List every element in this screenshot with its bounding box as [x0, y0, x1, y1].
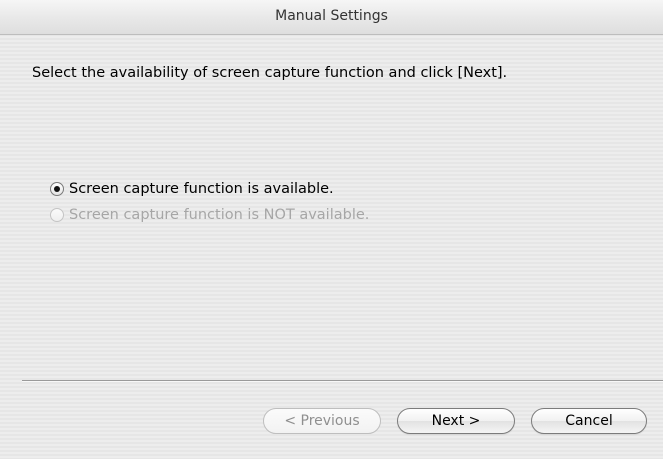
radio-option-not-available: Screen capture function is NOT available…: [50, 206, 369, 224]
radio-option-available[interactable]: Screen capture function is available.: [50, 180, 334, 198]
previous-button: < Previous: [263, 408, 381, 434]
radio-button-checked-icon[interactable]: [50, 182, 64, 196]
radio-label-not-available: Screen capture function is NOT available…: [69, 207, 370, 223]
instruction-text: Select the availability of screen captur…: [32, 65, 508, 81]
radio-label-available[interactable]: Screen capture function is available.: [69, 181, 334, 197]
radio-button-disabled-icon: [50, 208, 64, 222]
window-title: Manual Settings: [275, 8, 388, 24]
footer-separator: [22, 380, 663, 382]
next-button[interactable]: Next >: [397, 408, 515, 434]
window-titlebar[interactable]: Manual Settings: [0, 0, 663, 35]
manual-settings-window: Manual Settings Select the availability …: [0, 0, 663, 459]
cancel-button[interactable]: Cancel: [531, 408, 647, 434]
